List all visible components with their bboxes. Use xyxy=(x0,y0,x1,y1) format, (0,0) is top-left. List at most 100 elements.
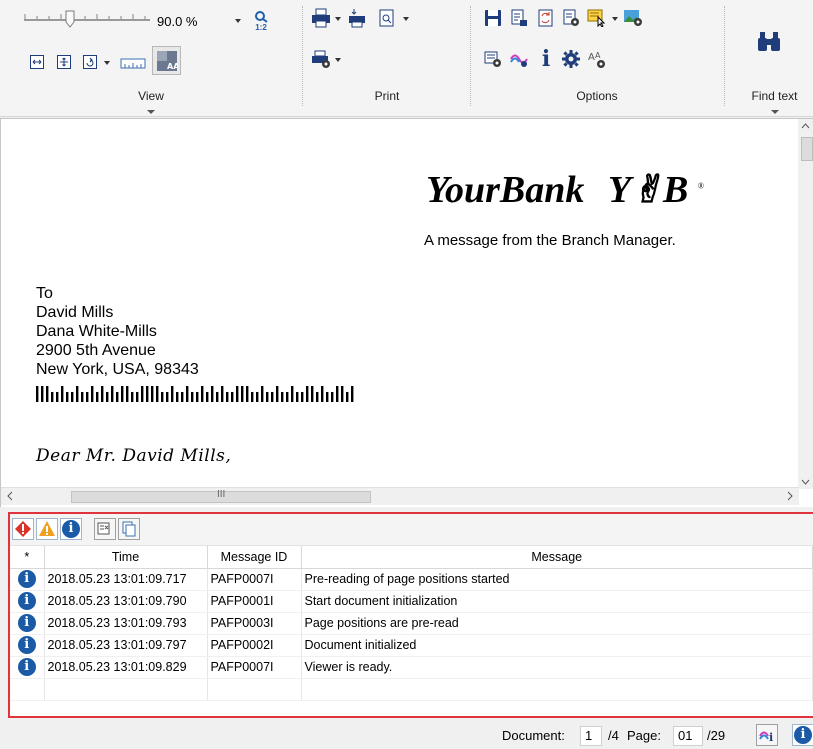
bank-logo: YourBank Y✌︎B ® xyxy=(426,169,704,211)
barcode-bar xyxy=(111,386,114,402)
barcode-bar xyxy=(81,392,84,402)
barcode-bar xyxy=(161,392,164,402)
message-text: Viewer is ready. xyxy=(301,656,813,679)
print-settings-dropdown-arrow[interactable] xyxy=(335,58,341,62)
print-settings-icon[interactable] xyxy=(310,48,332,70)
barcode-bar xyxy=(201,386,204,402)
barcode-bar xyxy=(176,392,179,402)
color-settings-icon[interactable] xyxy=(508,48,530,70)
horizontal-scrollbar[interactable]: III xyxy=(1,487,799,505)
separator-print-options xyxy=(470,6,471,106)
bank-name-text: YourBank xyxy=(426,169,585,211)
print-dropdown-arrow[interactable] xyxy=(335,17,341,21)
table-row[interactable]: i 2018.05.23 13:01:09.790 PAFP0001I Star… xyxy=(10,590,813,613)
find-group-expand-icon[interactable] xyxy=(770,110,779,114)
table-row[interactable]: i 2018.05.23 13:01:09.797 PAFP0002I Docu… xyxy=(10,634,813,657)
message-id: PAFP0007I xyxy=(207,568,302,591)
barcode-bar xyxy=(51,392,54,402)
barcode-bar xyxy=(171,386,174,402)
table-row[interactable]: i 2018.05.23 13:01:09.829 PAFP0007I View… xyxy=(10,656,813,679)
color-info-button[interactable]: i xyxy=(756,724,778,746)
fit-page-icon[interactable] xyxy=(53,51,75,73)
image-settings-icon[interactable] xyxy=(622,7,644,29)
barcode-bar xyxy=(141,386,144,402)
print-preview-dropdown-arrow[interactable] xyxy=(403,17,409,21)
save-icon[interactable] xyxy=(482,7,504,29)
barcode-bar xyxy=(286,392,289,402)
document-view[interactable]: YourBank Y✌︎B ® A message from the Branc… xyxy=(0,118,813,507)
options-group: i AA Options xyxy=(472,0,722,117)
vertical-scroll-thumb[interactable] xyxy=(801,137,813,161)
font-settings-icon[interactable]: AA xyxy=(586,48,608,70)
barcode-bar xyxy=(91,386,94,402)
barcode-bar xyxy=(216,392,219,402)
message-time: 2018.05.23 13:01:09.793 xyxy=(44,612,208,635)
zoom-ratio-icon[interactable]: 1:2 xyxy=(250,8,272,34)
binoculars-icon[interactable] xyxy=(754,26,784,56)
rotate-page-icon[interactable] xyxy=(79,51,101,73)
column-header-severity[interactable]: * xyxy=(10,546,45,569)
filter-info-button[interactable]: i xyxy=(60,518,82,540)
barcode-bar xyxy=(86,392,89,402)
barcode-bar xyxy=(146,386,149,402)
barcode-bar xyxy=(41,386,44,402)
table-row[interactable]: i 2018.05.23 13:01:09.793 PAFP0003I Page… xyxy=(10,612,813,635)
table-row[interactable]: i 2018.05.23 13:01:09.717 PAFP0007I Pre-… xyxy=(10,568,813,591)
zoom-dropdown-arrow[interactable] xyxy=(235,19,241,23)
barcode-bar xyxy=(181,392,184,402)
barcode-bar xyxy=(276,386,279,402)
zoom-level-field[interactable]: 90.0 % xyxy=(153,11,243,31)
convert-icon[interactable] xyxy=(535,7,557,29)
svg-text:AA: AA xyxy=(167,62,178,71)
zoom-slider-ticks xyxy=(24,9,150,20)
view-group-expand-icon[interactable] xyxy=(147,110,155,114)
column-header-time[interactable]: Time xyxy=(44,546,208,569)
ribbon-toolbar: 90.0 % 1:2 AA View Print i A A Options F… xyxy=(0,0,813,117)
barcode-bar xyxy=(136,392,139,402)
print-range-icon[interactable] xyxy=(347,7,369,29)
ruler-icon[interactable] xyxy=(118,52,148,74)
print-icon[interactable] xyxy=(310,7,332,29)
table-header-row: * Time Message ID Message xyxy=(10,546,813,569)
column-header-message[interactable]: Message xyxy=(301,546,813,569)
antialias-toggle-icon[interactable]: AA xyxy=(152,46,181,75)
message-info-button[interactable]: i xyxy=(792,724,813,746)
postal-barcode xyxy=(36,386,366,405)
barcode-bar xyxy=(301,392,304,402)
view-settings-icon[interactable] xyxy=(482,48,504,70)
document-properties-icon[interactable] xyxy=(508,7,530,29)
select-tool-icon[interactable] xyxy=(586,7,608,29)
horizontal-scroll-thumb[interactable]: III xyxy=(71,489,371,503)
barcode-bar xyxy=(196,392,199,402)
barcode-bar xyxy=(56,392,59,402)
bank-logo-letters: Y✌︎B xyxy=(607,169,689,211)
info-icon: i xyxy=(17,592,36,610)
info-icon[interactable]: i xyxy=(535,48,557,70)
clear-messages-button[interactable] xyxy=(94,518,116,540)
separator-view-print xyxy=(302,6,303,106)
select-tool-dropdown-arrow[interactable] xyxy=(612,17,618,21)
rotate-dropdown-arrow[interactable] xyxy=(104,61,110,65)
barcode-bar xyxy=(251,392,254,402)
zoom-slider-thumb[interactable] xyxy=(65,10,75,28)
barcode-bar xyxy=(101,386,104,402)
filter-warnings-button[interactable] xyxy=(36,518,58,540)
document-number-field[interactable]: 1 xyxy=(580,726,602,746)
filter-errors-button[interactable] xyxy=(12,518,34,540)
print-preview-icon[interactable] xyxy=(376,7,398,29)
document-settings-icon[interactable] xyxy=(560,7,582,29)
barcode-bar xyxy=(131,392,134,402)
page-number-field[interactable]: 01 xyxy=(673,726,703,746)
copy-messages-button[interactable] xyxy=(118,518,140,540)
message-time: 2018.05.23 13:01:09.790 xyxy=(44,590,208,613)
message-text: Pre-reading of page positions started xyxy=(301,568,813,591)
barcode-bar xyxy=(256,392,259,402)
message-toolbar: i xyxy=(10,514,813,546)
fit-width-icon[interactable] xyxy=(26,51,48,73)
vertical-scrollbar[interactable] xyxy=(798,119,813,489)
message-time: 2018.05.23 13:01:09.797 xyxy=(44,634,208,657)
barcode-bar xyxy=(261,386,264,402)
column-header-message-id[interactable]: Message ID xyxy=(207,546,302,569)
zoom-slider-track[interactable] xyxy=(24,19,150,21)
settings-gear-icon[interactable] xyxy=(560,48,582,70)
